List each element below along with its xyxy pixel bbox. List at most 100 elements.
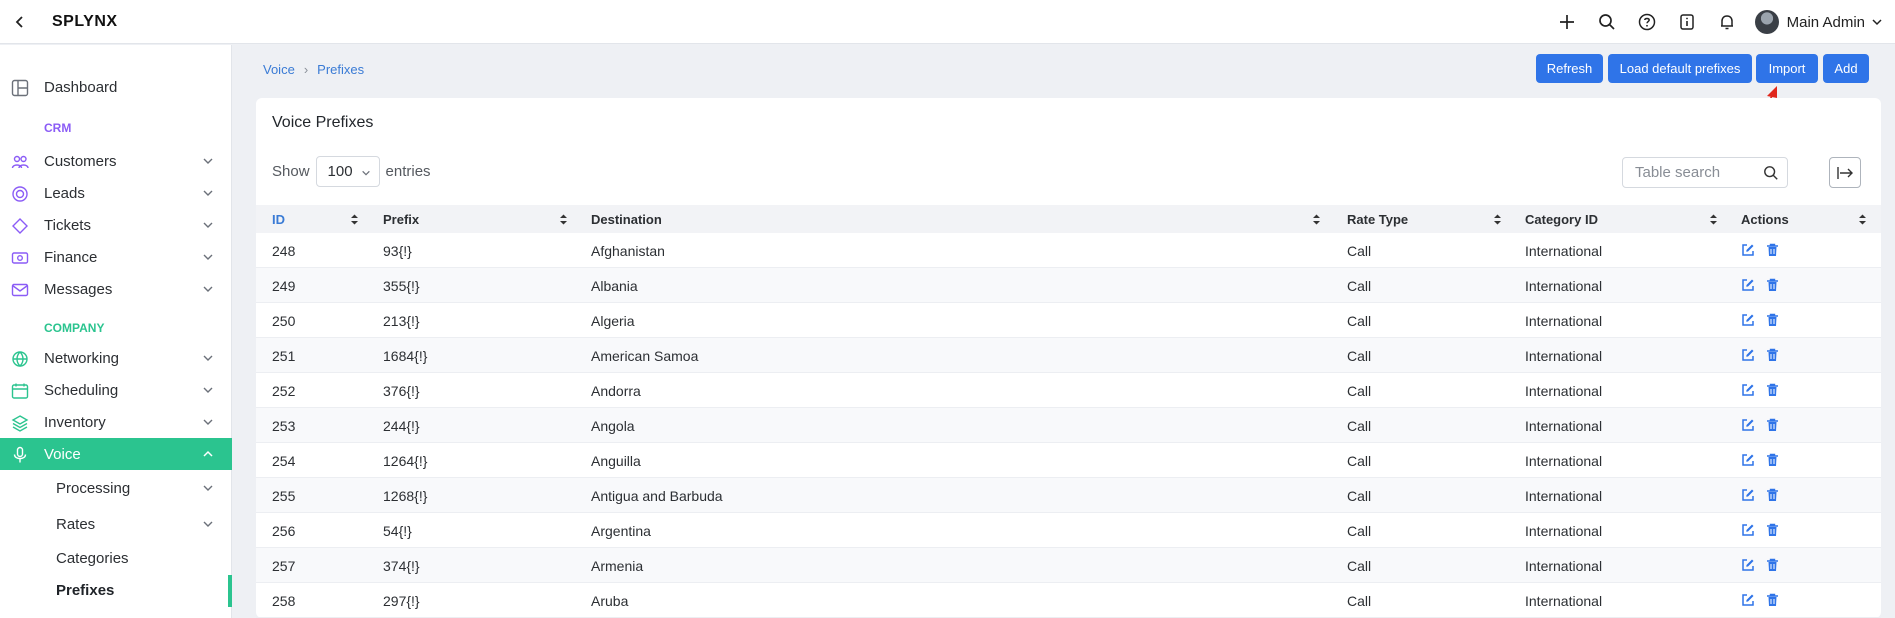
column-header-id[interactable]: ID — [272, 205, 359, 233]
load-default-prefixes-button[interactable]: Load default prefixes — [1608, 54, 1752, 83]
info-button[interactable] — [1667, 0, 1707, 44]
plus-icon — [1559, 15, 1574, 29]
sidebar-subitem-processing[interactable]: Processing — [0, 473, 232, 503]
column-header-rate-type[interactable]: Rate Type — [1347, 205, 1502, 233]
edit-icon[interactable] — [1741, 488, 1755, 505]
table-row: 248 93{!} Afghanistan Call International — [256, 233, 1881, 268]
back-icon — [15, 15, 23, 28]
cell-destination: Argentina — [591, 522, 651, 539]
cell-category-id: International — [1525, 452, 1603, 469]
sidebar-item-label: Processing — [56, 479, 131, 497]
sidebar-item-inventory[interactable]: Inventory — [0, 406, 232, 438]
edit-icon[interactable] — [1741, 383, 1755, 400]
edit-icon[interactable] — [1741, 278, 1755, 295]
sidebar-item-label: Dashboard — [44, 78, 118, 96]
cell-rate-type: Call — [1347, 557, 1372, 574]
microphone-icon — [13, 446, 27, 463]
sidebar-item-finance[interactable]: Finance — [0, 241, 232, 273]
sidebar-item-leads[interactable]: Leads — [0, 177, 232, 209]
sidebar-item-label: Finance — [44, 248, 98, 266]
cell-prefix: 244{!} — [383, 417, 420, 434]
sidebar-subitem-prefixes[interactable]: Prefixes — [0, 575, 232, 607]
sort-icon — [560, 214, 567, 225]
cell-category-id: International — [1525, 557, 1603, 574]
cell-destination: Andorra — [591, 382, 641, 399]
trash-icon[interactable] — [1766, 558, 1779, 575]
help-button[interactable] — [1627, 0, 1667, 44]
trash-icon[interactable] — [1766, 523, 1779, 540]
edit-icon[interactable] — [1741, 418, 1755, 435]
column-header-actions[interactable]: Actions — [1741, 205, 1867, 233]
entries-select[interactable]: 100 — [315, 156, 380, 187]
refresh-button[interactable]: Refresh — [1536, 54, 1603, 83]
column-toggle-button[interactable] — [1829, 157, 1861, 188]
column-header-category-id[interactable]: Category ID — [1525, 205, 1718, 233]
edit-icon[interactable] — [1741, 523, 1755, 540]
trash-icon[interactable] — [1766, 593, 1779, 610]
breadcrumb-prefixes[interactable]: Prefixes — [317, 62, 364, 77]
chevron-down-icon — [203, 521, 213, 527]
notifications-button[interactable] — [1707, 0, 1747, 44]
column-header-destination[interactable]: Destination — [591, 205, 1321, 233]
cell-destination: Afghanistan — [591, 242, 665, 259]
sidebar-item-label: Voice — [44, 445, 81, 463]
app-logo[interactable]: SPLYNX — [52, 13, 118, 31]
cell-id: 254 — [272, 452, 296, 469]
voice-prefixes-card: Voice Prefixes Show 100 entries ID Prefi… — [256, 98, 1881, 618]
cell-rate-type: Call — [1347, 347, 1372, 364]
user-menu[interactable]: Main Admin — [1754, 10, 1883, 34]
trash-icon[interactable] — [1766, 278, 1779, 295]
cell-destination: Albania — [591, 277, 638, 294]
sidebar-item-label: Scheduling — [44, 381, 119, 399]
edit-icon[interactable] — [1741, 453, 1755, 470]
sidebar-item-networking[interactable]: Networking — [0, 342, 232, 374]
sidebar-item-dashboard[interactable]: Dashboard — [0, 71, 232, 103]
cell-rate-type: Call — [1347, 522, 1372, 539]
trash-icon[interactable] — [1766, 383, 1779, 400]
back-button[interactable] — [0, 0, 40, 44]
trash-icon[interactable] — [1766, 418, 1779, 435]
breadcrumb-voice[interactable]: Voice — [263, 62, 295, 77]
layers-icon — [11, 415, 29, 432]
edit-icon[interactable] — [1741, 313, 1755, 330]
add-button[interactable] — [1547, 0, 1587, 44]
import-button[interactable]: Import — [1756, 54, 1818, 83]
edit-icon[interactable] — [1741, 348, 1755, 365]
edit-icon[interactable] — [1741, 593, 1755, 610]
sidebar-subitem-rates[interactable]: Rates — [0, 509, 232, 539]
sidebar-item-messages[interactable]: Messages — [0, 273, 232, 305]
finance-icon — [11, 252, 29, 264]
table-search-input[interactable] — [1623, 158, 1753, 187]
cell-prefix: 374{!} — [383, 557, 420, 574]
sidebar-item-tickets[interactable]: Tickets — [0, 209, 232, 241]
sidebar-item-scheduling[interactable]: Scheduling — [0, 374, 232, 406]
chevron-down-icon — [1872, 19, 1882, 26]
cell-id: 252 — [272, 382, 296, 399]
cell-category-id: International — [1525, 417, 1603, 434]
sidebar-item-customers[interactable]: Customers — [0, 145, 232, 177]
trash-icon[interactable] — [1766, 488, 1779, 505]
global-search-button[interactable] — [1587, 0, 1627, 44]
cell-category-id: International — [1525, 522, 1603, 539]
column-header-prefix[interactable]: Prefix — [383, 205, 568, 233]
edit-icon[interactable] — [1741, 558, 1755, 575]
add-button[interactable]: Add — [1823, 54, 1869, 83]
sidebar-subitem-categories[interactable]: Categories — [0, 543, 232, 573]
breadcrumb: Voice › Prefixes — [263, 62, 364, 77]
trash-icon[interactable] — [1766, 243, 1779, 260]
sidebar-item-label: Leads — [44, 184, 85, 202]
cell-category-id: International — [1525, 312, 1603, 329]
edit-icon[interactable] — [1741, 243, 1755, 260]
cell-rate-type: Call — [1347, 592, 1372, 609]
cell-destination: Angola — [591, 417, 635, 434]
mail-icon — [11, 283, 29, 297]
trash-icon[interactable] — [1766, 453, 1779, 470]
customers-icon — [11, 155, 29, 169]
chevron-down-icon — [361, 170, 370, 176]
column-label: Rate Type — [1347, 211, 1409, 227]
chevron-down-icon — [203, 485, 213, 491]
trash-icon[interactable] — [1766, 348, 1779, 365]
chevron-down-icon — [203, 419, 213, 425]
trash-icon[interactable] — [1766, 313, 1779, 330]
sidebar-item-voice[interactable]: Voice — [0, 438, 232, 470]
